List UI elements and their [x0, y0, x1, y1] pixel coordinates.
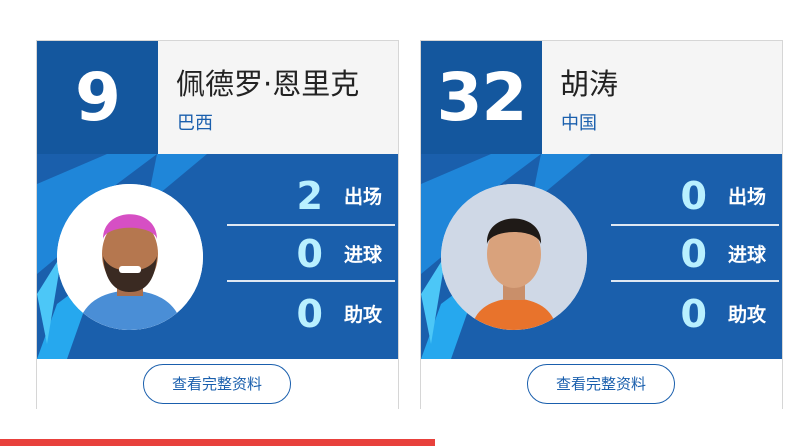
- player-name[interactable]: 胡涛: [560, 61, 618, 103]
- player-country: 巴西: [177, 113, 213, 134]
- stat-label: 进球: [728, 244, 767, 266]
- stat-assists: 0 助攻: [611, 286, 779, 342]
- player-card-header: 32 胡涛 中国: [421, 41, 782, 154]
- stat-label: 助攻: [728, 304, 767, 326]
- player-card-footer: 查看完整资料: [37, 359, 398, 409]
- stat-divider: [611, 280, 779, 282]
- section-divider-bar: [0, 439, 435, 446]
- stat-label: 出场: [728, 186, 767, 208]
- stat-value: 0: [296, 292, 323, 336]
- player-photo: [57, 184, 203, 330]
- view-full-profile-button[interactable]: 查看完整资料: [143, 364, 291, 404]
- stat-value: 0: [680, 232, 707, 276]
- stat-label: 进球: [344, 244, 383, 266]
- stat-divider: [227, 280, 395, 282]
- player-stats-panel: 2 出场 0 进球 0 助攻: [37, 154, 398, 359]
- player-card: 32 胡涛 中国 0 出场 0 进球 0 助攻 查看完整资料: [420, 40, 783, 409]
- player-card-footer: 查看完整资料: [421, 359, 782, 409]
- stat-goals: 0 进球: [227, 226, 395, 282]
- jersey-number: 9: [37, 41, 158, 154]
- stat-appearances: 2 出场: [227, 168, 395, 224]
- player-stats-panel: 0 出场 0 进球 0 助攻: [421, 154, 782, 359]
- stat-value: 2: [296, 174, 323, 218]
- stat-value: 0: [680, 292, 707, 336]
- player-photo: [441, 184, 587, 330]
- player-name[interactable]: 佩德罗·恩里克: [176, 61, 359, 103]
- jersey-number: 32: [421, 41, 542, 154]
- stat-label: 出场: [344, 186, 383, 208]
- stat-assists: 0 助攻: [227, 286, 395, 342]
- player-country: 中国: [561, 113, 597, 134]
- stat-label: 助攻: [344, 304, 383, 326]
- stat-value: 0: [680, 174, 707, 218]
- player-card-header: 9 佩德罗·恩里克 巴西: [37, 41, 398, 154]
- stat-appearances: 0 出场: [611, 168, 779, 224]
- stat-value: 0: [296, 232, 323, 276]
- stat-goals: 0 进球: [611, 226, 779, 282]
- player-card: 9 佩德罗·恩里克 巴西 2 出场 0 进球 0 助攻 查看完整资料: [36, 40, 399, 409]
- view-full-profile-button[interactable]: 查看完整资料: [527, 364, 675, 404]
